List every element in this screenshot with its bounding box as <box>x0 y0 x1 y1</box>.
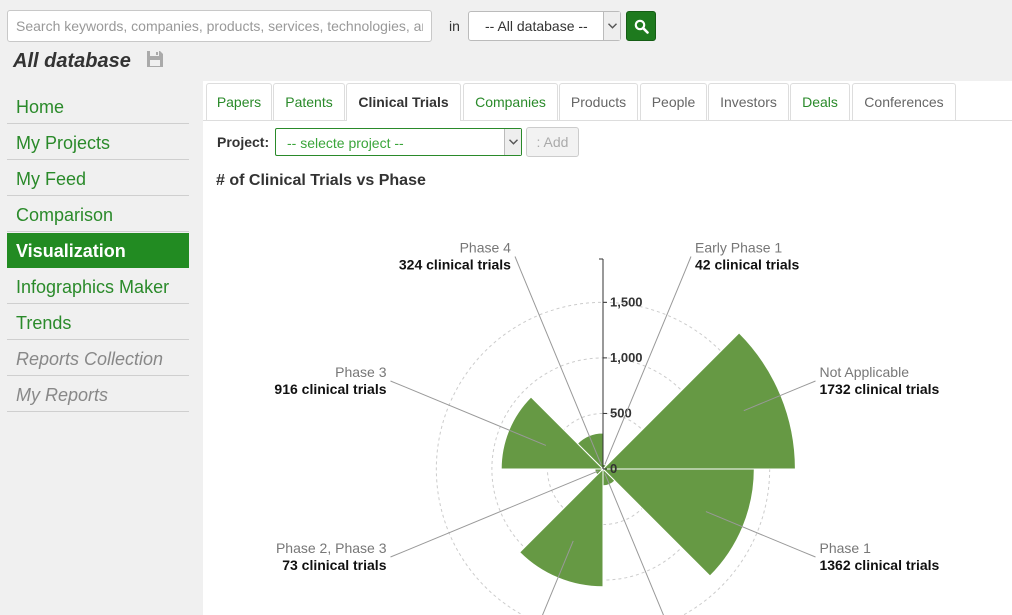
tab-companies[interactable]: Companies <box>463 83 558 120</box>
category-label-phase-4: Phase 4 <box>460 240 512 256</box>
tab-products[interactable]: Products <box>559 83 638 120</box>
project-select[interactable]: -- selecte project -- <box>275 128 522 156</box>
category-label-not-applicable: Not Applicable <box>819 364 909 380</box>
search-button[interactable] <box>626 11 656 41</box>
database-title: All database <box>13 50 131 72</box>
search-in-label: in <box>449 18 460 34</box>
category-label-phase-3: Phase 3 <box>335 364 387 380</box>
category-label-phase-2-phase-3: Phase 2, Phase 3 <box>276 540 387 556</box>
tab-clinical-trials[interactable]: Clinical Trials <box>346 83 461 121</box>
polar-area-chart: 05001,0001,500 Early Phase 142 clinical … <box>274 240 940 615</box>
radial-tick-label: 1,000 <box>610 350 643 365</box>
tab-patents[interactable]: Patents <box>273 83 345 120</box>
project-select-value: -- selecte project -- <box>287 135 404 151</box>
tab-investors[interactable]: Investors <box>708 83 789 120</box>
tab-bar: Papers Patents Clinical Trials Companies… <box>203 81 1012 121</box>
sidebar-item-my-reports[interactable]: My Reports <box>7 377 189 412</box>
sidebar-item-my-projects[interactable]: My Projects <box>7 125 189 160</box>
search-icon <box>634 19 649 34</box>
value-label-phase-2-phase-3: 73 clinical trials <box>282 557 386 573</box>
value-label-phase-4: 324 clinical trials <box>399 257 511 273</box>
chevron-down-icon <box>603 12 620 40</box>
tab-people[interactable]: People <box>640 83 707 120</box>
sidebar-item-visualization[interactable]: Visualization <box>7 233 189 268</box>
database-select-value: -- All database -- <box>485 18 588 34</box>
sidebar-item-my-feed[interactable]: My Feed <box>7 161 189 196</box>
add-to-project-button[interactable]: : Add <box>526 127 579 157</box>
tab-conferences[interactable]: Conferences <box>852 83 956 120</box>
value-label-phase-1: 1362 clinical trials <box>819 557 939 573</box>
value-label-early-phase-1: 42 clinical trials <box>695 257 799 273</box>
chart-title: # of Clinical Trials vs Phase <box>216 172 426 189</box>
project-label: Project: <box>217 134 270 150</box>
sidebar: Home My Projects My Feed Comparison Visu… <box>0 81 203 615</box>
search-input[interactable] <box>7 10 432 42</box>
tab-deals[interactable]: Deals <box>790 83 850 120</box>
value-label-phase-3: 916 clinical trials <box>274 381 386 397</box>
sidebar-item-reports-collection[interactable]: Reports Collection <box>7 341 189 376</box>
category-label-phase-1: Phase 1 <box>819 540 871 556</box>
top-search-bar: in -- All database -- All database <box>0 0 1012 81</box>
category-label-early-phase-1: Early Phase 1 <box>695 240 782 256</box>
database-select[interactable]: -- All database -- <box>468 11 621 41</box>
floppy-disk-icon[interactable] <box>146 50 164 68</box>
radial-tick-label: 0 <box>610 461 617 476</box>
sidebar-item-home[interactable]: Home <box>7 89 189 124</box>
sidebar-item-infographics-maker[interactable]: Infographics Maker <box>7 269 189 304</box>
sidebar-item-comparison[interactable]: Comparison <box>7 197 189 232</box>
sidebar-item-trends[interactable]: Trends <box>7 305 189 340</box>
radial-tick-label: 1,500 <box>610 294 643 309</box>
chevron-down-icon <box>504 129 521 155</box>
value-label-not-applicable: 1732 clinical trials <box>819 381 939 397</box>
tab-papers[interactable]: Papers <box>206 83 272 120</box>
